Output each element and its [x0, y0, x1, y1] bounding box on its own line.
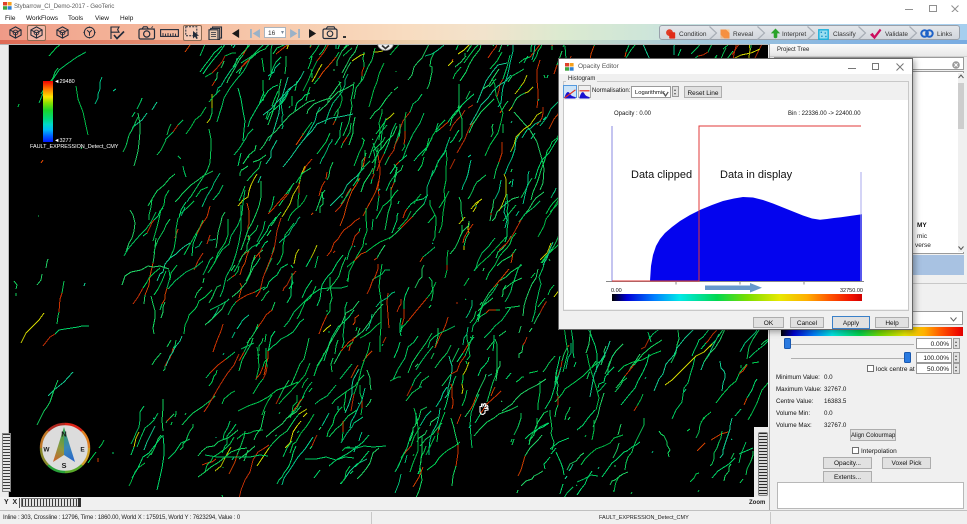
svg-text:W: W — [43, 447, 50, 454]
svg-text:S: S — [61, 461, 66, 470]
svg-text:E: E — [80, 447, 85, 454]
svg-text:N: N — [61, 430, 66, 439]
